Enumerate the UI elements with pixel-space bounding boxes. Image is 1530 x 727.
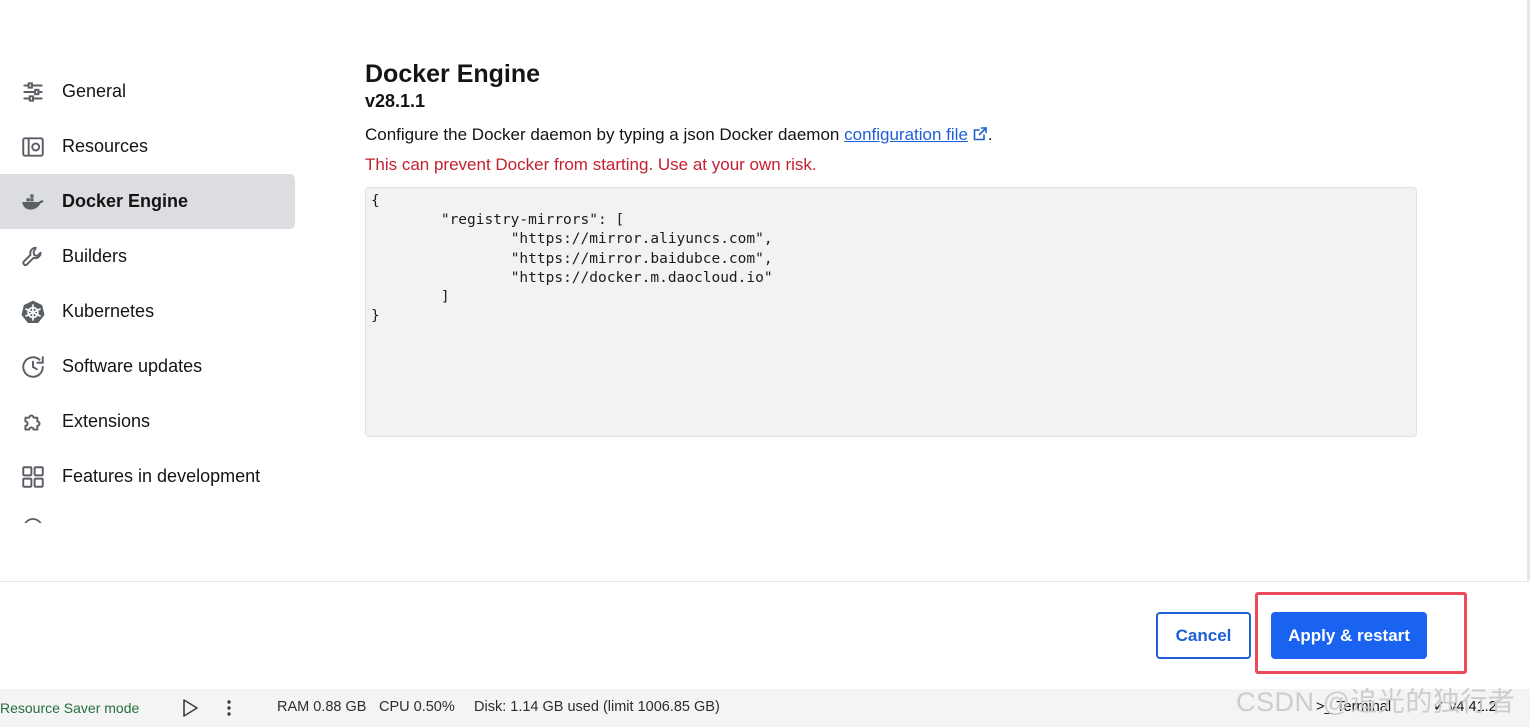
sidebar-item-resources[interactable]: Resources bbox=[0, 119, 296, 174]
sidebar-item-label: General bbox=[62, 81, 127, 101]
puzzle-icon bbox=[18, 407, 48, 437]
external-link-icon bbox=[973, 127, 987, 141]
play-icon[interactable] bbox=[181, 698, 199, 722]
sidebar-item-kubernetes[interactable]: Kubernetes bbox=[0, 284, 296, 339]
more-vertical-icon[interactable] bbox=[224, 698, 234, 722]
sidebar-item-partially-hidden[interactable] bbox=[22, 517, 44, 523]
sidebar-item-label: Software updates bbox=[62, 356, 203, 376]
description: Configure the Docker daemon by typing a … bbox=[365, 125, 1425, 145]
warning-message: This can prevent Docker from starting. U… bbox=[365, 155, 817, 174]
disk-usage: Disk: 1.14 GB used (limit 1006.85 GB) bbox=[474, 699, 720, 715]
settings-sidebar: General Resources Docker Engine Builders… bbox=[0, 64, 296, 522]
ram-usage: RAM 0.88 GB bbox=[277, 699, 367, 715]
sidebar-item-label: Docker Engine bbox=[62, 191, 189, 211]
sidebar-item-software-updates[interactable]: Software updates bbox=[0, 339, 296, 394]
resources-icon bbox=[18, 132, 48, 162]
terminal-button[interactable]: >_ Terminal bbox=[1316, 699, 1391, 715]
sidebar-item-label: Extensions bbox=[62, 411, 151, 431]
sidebar-item-label: Features in development bbox=[62, 466, 261, 486]
docker-whale-icon bbox=[18, 187, 48, 217]
sidebar-item-extensions[interactable]: Extensions bbox=[0, 394, 296, 449]
sidebar-item-builders[interactable]: Builders bbox=[0, 229, 296, 284]
wrench-icon bbox=[18, 242, 48, 272]
description-text: Configure the Docker daemon by typing a … bbox=[365, 125, 845, 144]
cpu-usage: CPU 0.50% bbox=[379, 699, 455, 715]
apply-restart-button[interactable]: Apply & restart bbox=[1271, 612, 1427, 659]
footer-divider bbox=[0, 581, 1530, 582]
grid-icon bbox=[18, 462, 48, 492]
sliders-icon bbox=[18, 77, 48, 107]
docker-desktop-settings: General Resources Docker Engine Builders… bbox=[0, 0, 1530, 727]
sidebar-item-features-in-development[interactable]: Features in development bbox=[0, 449, 296, 504]
clock-history-icon bbox=[18, 352, 48, 382]
sidebar-item-label: Resources bbox=[62, 136, 149, 156]
sidebar-item-docker-engine[interactable]: Docker Engine bbox=[0, 174, 295, 229]
page-title: Docker Engine bbox=[365, 60, 541, 88]
sidebar-item-label: Kubernetes bbox=[62, 301, 155, 321]
engine-version: v28.1.1 bbox=[365, 91, 426, 111]
configuration-file-link-text: configuration file bbox=[844, 125, 968, 144]
sidebar-item-general[interactable]: General bbox=[0, 64, 296, 119]
status-bar: Resource Saver mode RAM 0.88 GB CPU 0.50… bbox=[0, 689, 1530, 727]
cancel-button[interactable]: Cancel bbox=[1156, 612, 1251, 659]
description-suffix: . bbox=[987, 125, 993, 144]
configuration-file-link[interactable]: configuration file bbox=[844, 125, 988, 144]
resource-saver-mode[interactable]: Resource Saver mode bbox=[0, 700, 139, 716]
kubernetes-helm-icon bbox=[18, 297, 48, 327]
app-version: ✓ v4.41.2 bbox=[1433, 699, 1497, 715]
daemon-json-editor[interactable]: { "registry-mirrors": [ "https://mirror.… bbox=[365, 187, 1417, 437]
docker-engine-panel: Docker Engine v28.1.1 Configure the Dock… bbox=[365, 58, 1425, 442]
sidebar-item-label: Builders bbox=[62, 246, 128, 266]
